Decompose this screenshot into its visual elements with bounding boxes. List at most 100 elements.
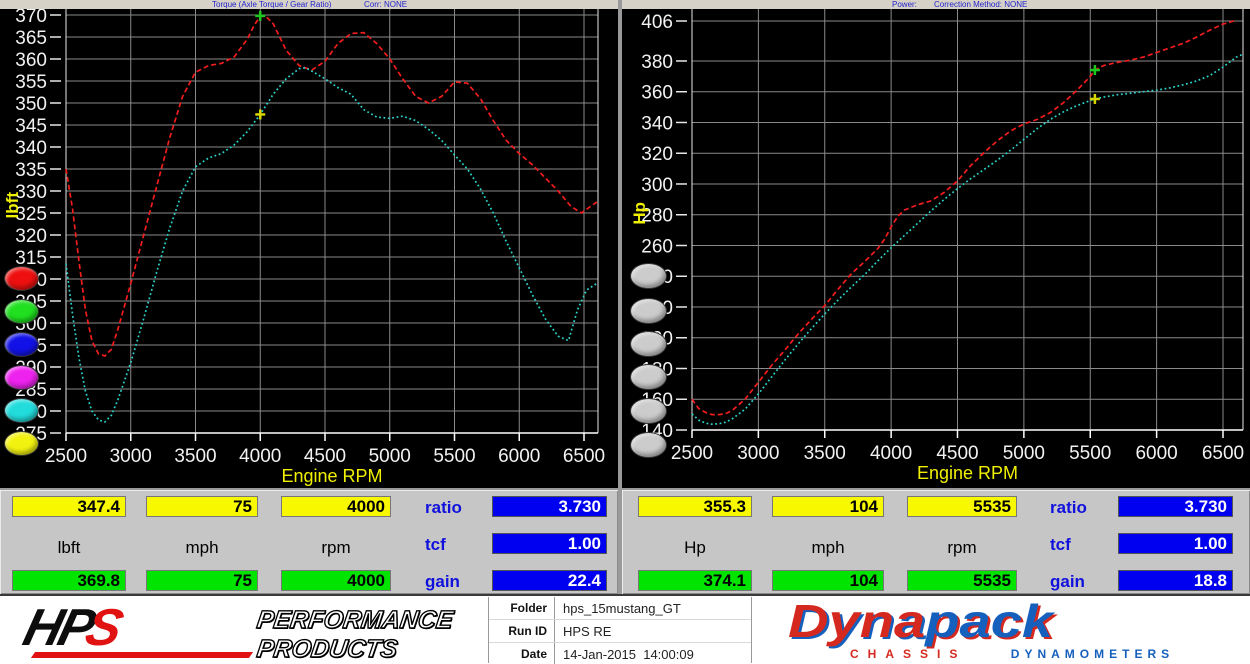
torque-chart-panel: Torque (Axle Torque / Gear Ratio) Corr: … <box>0 0 618 488</box>
power-chart-title: Power: <box>892 0 917 9</box>
rpm-peak-value: 4000 <box>281 570 391 591</box>
svg-text:365: 365 <box>15 28 47 49</box>
svg-text:370: 370 <box>15 9 47 27</box>
hps-logo-underline <box>31 652 253 658</box>
folder-label: Folder <box>489 597 555 619</box>
svg-text:406: 406 <box>641 12 673 33</box>
run-info-row: Run ID HPS RE <box>489 620 751 643</box>
red-channel-button[interactable] <box>4 266 39 291</box>
torque-unit-label: lbft <box>12 538 126 558</box>
run-info-row: Date 14-Jan-2015 14:00:09 <box>489 643 751 664</box>
svg-text:2500: 2500 <box>671 443 713 464</box>
yellow-channel-button[interactable] <box>4 431 39 456</box>
hps-performance-text: PERFORMANCE <box>255 606 455 635</box>
torque-correction-label: Corr: NONE <box>364 0 407 9</box>
power-correction-label: Correction Method: NONE <box>934 0 1027 9</box>
svg-text:6500: 6500 <box>1202 443 1244 464</box>
torque-chart-titlebar: Torque (Axle Torque / Gear Ratio) Corr: … <box>0 0 618 9</box>
speed-live-value: 104 <box>772 496 884 517</box>
svg-text:Engine RPM: Engine RPM <box>917 463 1018 483</box>
speed-live-value: 75 <box>146 496 258 517</box>
torque-y-axis-label: lbft <box>3 192 23 218</box>
power-peak-value: 374.1 <box>638 570 752 591</box>
speed-unit-label: mph <box>146 538 258 558</box>
gain-label: gain <box>1050 571 1110 592</box>
torque-peak-value: 369.8 <box>12 570 126 591</box>
tcf-label: tcf <box>425 534 485 555</box>
speed-unit-label: mph <box>772 538 884 558</box>
rpm-live-value: 5535 <box>907 496 1017 517</box>
dynapack-dynamometers-text: DYNAMOMETERS <box>1011 647 1174 661</box>
gray-channel-2-button[interactable] <box>630 298 667 324</box>
run-id-label: Run ID <box>489 620 555 642</box>
power-chart[interactable]: 1401601802002202402602803003203403603804… <box>622 9 1250 488</box>
magenta-channel-button[interactable] <box>4 365 39 390</box>
torque-chart-title: Torque (Axle Torque / Gear Ratio) <box>212 0 331 9</box>
hps-logo: HPS PERFORMANCE PRODUCTS <box>25 602 485 662</box>
svg-text:5500: 5500 <box>433 446 475 467</box>
dynapack-dyna-text: Dyna <box>788 595 925 647</box>
gray-channel-1-button[interactable] <box>630 263 667 289</box>
svg-text:260: 260 <box>641 236 673 257</box>
rpm-live-value: 4000 <box>281 496 391 517</box>
hps-logo-tagline: PERFORMANCE PRODUCTS <box>257 606 453 664</box>
tcf-label: tcf <box>1050 534 1110 555</box>
cyan-channel-button[interactable] <box>4 398 39 423</box>
gray-channel-4-button[interactable] <box>630 364 667 390</box>
svg-text:360: 360 <box>641 83 673 104</box>
power-unit-label: Hp <box>638 538 752 558</box>
hps-products-text: PRODUCTS <box>255 635 455 664</box>
speed-peak-value: 104 <box>772 570 884 591</box>
dynapack-logo: Dynapack CHASSIS DYNAMOMETERS <box>788 598 1228 662</box>
gray-channel-3-button[interactable] <box>630 331 667 357</box>
power-y-axis-label: Hp <box>630 202 650 225</box>
svg-text:3000: 3000 <box>737 443 779 464</box>
svg-text:355: 355 <box>15 72 47 93</box>
dynapack-wordmark: Dynapack <box>788 598 1250 644</box>
speed-peak-value: 75 <box>146 570 258 591</box>
svg-text:5500: 5500 <box>1069 443 1111 464</box>
gray-channel-6-button[interactable] <box>630 432 667 458</box>
dynapack-chassis-text: CHASSIS <box>850 647 966 661</box>
torque-live-value: 347.4 <box>12 496 126 517</box>
svg-text:5000: 5000 <box>369 446 411 467</box>
dynapack-pack-text: pack <box>925 595 1053 647</box>
svg-text:350: 350 <box>15 94 47 115</box>
gray-channel-5-button[interactable] <box>630 398 667 424</box>
svg-text:320: 320 <box>641 144 673 165</box>
svg-text:300: 300 <box>641 175 673 196</box>
svg-text:380: 380 <box>641 52 673 73</box>
blue-channel-button[interactable] <box>4 332 39 357</box>
svg-text:2500: 2500 <box>45 446 87 467</box>
svg-text:340: 340 <box>15 138 47 159</box>
date-value: 14-Jan-2015 14:00:09 <box>555 647 694 662</box>
green-channel-button[interactable] <box>4 299 39 324</box>
torque-chart[interactable]: 2752802852902953003053103153203253303353… <box>0 9 618 488</box>
svg-text:340: 340 <box>641 113 673 134</box>
power-chart-titlebar: Power: Correction Method: NONE <box>622 0 1250 9</box>
svg-text:5000: 5000 <box>1003 443 1045 464</box>
tcf-value: 1.00 <box>492 533 607 554</box>
svg-text:320: 320 <box>15 226 47 247</box>
rpm-unit-label: rpm <box>281 538 391 558</box>
gain-value: 18.8 <box>1118 570 1233 591</box>
footer-bar: HPS PERFORMANCE PRODUCTS Folder hps_15mu… <box>0 594 1250 664</box>
svg-text:6000: 6000 <box>1135 443 1177 464</box>
gain-value: 22.4 <box>492 570 607 591</box>
svg-text:360: 360 <box>15 50 47 71</box>
rpm-peak-value: 5535 <box>907 570 1017 591</box>
svg-text:6500: 6500 <box>563 446 605 467</box>
svg-text:4000: 4000 <box>870 443 912 464</box>
gain-label: gain <box>425 571 485 592</box>
svg-text:4000: 4000 <box>239 446 281 467</box>
svg-text:345: 345 <box>15 116 47 137</box>
rpm-unit-label: rpm <box>907 538 1017 558</box>
svg-text:3500: 3500 <box>804 443 846 464</box>
svg-text:3500: 3500 <box>174 446 216 467</box>
svg-text:6000: 6000 <box>498 446 540 467</box>
dynapack-subtitle: CHASSIS DYNAMOMETERS <box>788 645 1228 663</box>
ratio-label: ratio <box>425 497 485 518</box>
svg-text:335: 335 <box>15 160 47 181</box>
power-live-value: 355.3 <box>638 496 752 517</box>
run-info-table: Folder hps_15mustang_GT Run ID HPS RE Da… <box>488 597 752 663</box>
